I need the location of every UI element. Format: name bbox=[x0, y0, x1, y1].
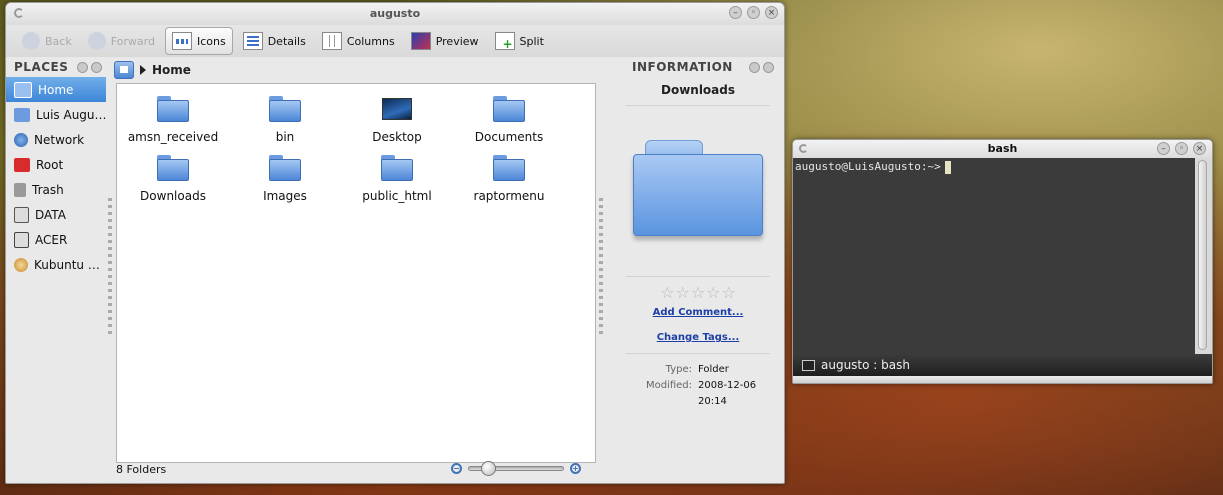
star-icon[interactable]: ☆ bbox=[691, 285, 705, 301]
konsole-titlebar[interactable]: bash – ◦ × bbox=[793, 140, 1212, 158]
window-title: augusto bbox=[369, 7, 421, 20]
places-close-button[interactable] bbox=[91, 61, 102, 73]
maximize-button[interactable]: ◦ bbox=[747, 6, 760, 19]
file-item[interactable]: Downloads bbox=[117, 151, 229, 204]
konsole-window: bash – ◦ × augusto@LuisAugusto:~> august… bbox=[792, 139, 1213, 384]
documents-folder-icon bbox=[493, 96, 525, 122]
status-text: 8 Folders bbox=[116, 463, 167, 476]
back-button[interactable]: Back bbox=[16, 28, 78, 54]
star-icon[interactable]: ☆ bbox=[706, 285, 720, 301]
breadcrumb: Home bbox=[114, 59, 191, 81]
window-title: bash bbox=[987, 142, 1018, 155]
file-view[interactable]: amsn_received bin Desktop Documents Down… bbox=[116, 83, 596, 463]
zoom-control: − + bbox=[451, 461, 581, 476]
terminal-area[interactable]: augusto@LuisAugusto:~> bbox=[793, 158, 1195, 354]
terminal-icon bbox=[802, 359, 815, 371]
folder-icon bbox=[157, 96, 189, 122]
trash-icon bbox=[14, 182, 26, 197]
close-button[interactable]: × bbox=[765, 6, 778, 19]
breadcrumb-current[interactable]: Home bbox=[152, 63, 191, 77]
file-item[interactable]: amsn_received bbox=[117, 92, 229, 145]
columns-view-button[interactable]: Columns bbox=[316, 28, 401, 54]
minimize-button[interactable]: – bbox=[1157, 142, 1170, 155]
close-button[interactable]: × bbox=[1193, 142, 1206, 155]
info-item-name: Downloads bbox=[626, 83, 770, 106]
maximize-button[interactable]: ◦ bbox=[1175, 142, 1188, 155]
file-item[interactable]: raptormenu bbox=[453, 151, 565, 204]
split-icon bbox=[494, 32, 515, 51]
information-panel: INFORMATION Downloads ☆ ☆ ☆ ☆ ☆ Add Comm… bbox=[618, 57, 778, 457]
terminal-cursor bbox=[944, 160, 951, 174]
places-item-luis-augusto[interactable]: Luis Augu… bbox=[6, 102, 106, 127]
scrollbar-thumb[interactable] bbox=[1198, 160, 1207, 350]
places-item-trash[interactable]: Trash bbox=[6, 177, 106, 202]
terminal-prompt: augusto@LuisAugusto:~> bbox=[795, 160, 941, 173]
dolphin-window: augusto – ◦ × Back Forward Icons Details… bbox=[5, 2, 785, 484]
places-panel: PLACES Home Luis Augu… Network Root Tras… bbox=[6, 57, 106, 457]
places-header: PLACES bbox=[6, 57, 106, 77]
main-toolbar: Back Forward Icons Details Columns Previ… bbox=[6, 25, 784, 57]
zoom-slider[interactable] bbox=[468, 461, 564, 476]
desktop-icon bbox=[382, 98, 412, 120]
back-arrow-icon bbox=[22, 32, 40, 50]
rating-stars[interactable]: ☆ ☆ ☆ ☆ ☆ bbox=[618, 285, 778, 301]
info-metadata: Type: Folder Modified: 2008-12-06 20:14 bbox=[645, 364, 757, 407]
file-item[interactable]: Documents bbox=[453, 92, 565, 145]
zoom-slider-handle[interactable] bbox=[481, 461, 496, 476]
places-item-network[interactable]: Network bbox=[6, 127, 106, 152]
change-tags-link[interactable]: Change Tags... bbox=[618, 332, 778, 343]
info-float-button[interactable] bbox=[749, 61, 760, 73]
minimize-button[interactable]: – bbox=[729, 6, 742, 19]
zoom-out-icon[interactable]: − bbox=[451, 463, 462, 474]
split-button[interactable]: Split bbox=[489, 28, 550, 54]
file-item[interactable]: Desktop bbox=[341, 92, 453, 145]
icons-view-button[interactable]: Icons bbox=[164, 27, 233, 55]
file-item[interactable]: bin bbox=[229, 92, 341, 145]
hard-drive-icon bbox=[14, 231, 29, 248]
info-close-button[interactable] bbox=[763, 61, 774, 73]
folder-icon bbox=[493, 155, 525, 181]
zoom-in-icon[interactable]: + bbox=[570, 463, 581, 474]
places-float-button[interactable] bbox=[77, 61, 88, 73]
details-view-icon bbox=[242, 32, 263, 50]
home-icon[interactable] bbox=[114, 61, 134, 79]
dolphin-titlebar[interactable]: augusto – ◦ × bbox=[6, 3, 784, 25]
columns-view-icon bbox=[321, 32, 342, 50]
icons-view-icon bbox=[171, 32, 192, 50]
preview-icon bbox=[410, 32, 431, 50]
forward-arrow-icon bbox=[87, 32, 106, 50]
star-icon[interactable]: ☆ bbox=[660, 285, 674, 301]
folder-icon bbox=[269, 96, 301, 122]
globe-icon bbox=[14, 132, 28, 147]
chevron-right-icon[interactable] bbox=[140, 65, 146, 75]
folder-preview-icon bbox=[633, 140, 763, 242]
star-icon[interactable]: ☆ bbox=[722, 285, 736, 301]
web-folder-icon bbox=[381, 155, 413, 181]
folder-icon bbox=[269, 155, 301, 181]
home-icon bbox=[14, 81, 32, 98]
folder-icon bbox=[157, 155, 189, 181]
places-splitter[interactable] bbox=[108, 198, 112, 338]
star-icon[interactable]: ☆ bbox=[675, 285, 689, 301]
red-folder-icon bbox=[14, 157, 30, 172]
places-item-root[interactable]: Root bbox=[6, 152, 106, 177]
details-view-button[interactable]: Details bbox=[237, 28, 312, 54]
forward-button[interactable]: Forward bbox=[82, 28, 161, 54]
preview-button[interactable]: Preview bbox=[405, 28, 485, 54]
places-item-data[interactable]: DATA bbox=[6, 202, 106, 227]
folder-icon bbox=[14, 107, 30, 122]
information-header: INFORMATION bbox=[618, 57, 778, 77]
places-item-kubuntu[interactable]: Kubuntu … bbox=[6, 252, 106, 277]
hard-drive-icon bbox=[14, 206, 29, 223]
places-item-acer[interactable]: ACER bbox=[6, 227, 106, 252]
file-item[interactable]: public_html bbox=[341, 151, 453, 204]
file-item[interactable]: Images bbox=[229, 151, 341, 204]
terminal-tab[interactable]: augusto : bash bbox=[793, 354, 1212, 376]
info-splitter[interactable] bbox=[599, 198, 603, 338]
terminal-scrollbar[interactable] bbox=[1195, 158, 1212, 354]
add-comment-link[interactable]: Add Comment... bbox=[618, 307, 778, 318]
disc-icon bbox=[14, 257, 28, 272]
places-item-home[interactable]: Home bbox=[6, 77, 106, 102]
